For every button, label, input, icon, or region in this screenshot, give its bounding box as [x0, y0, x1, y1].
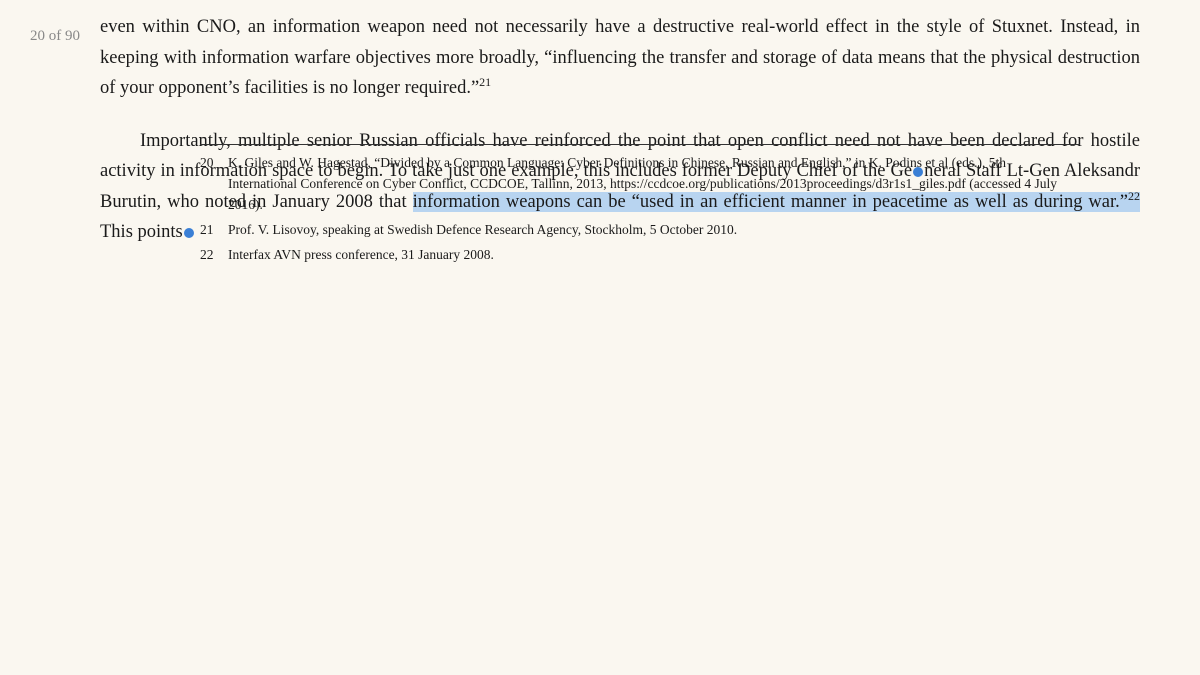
footnote-section: 20K. Giles and W. Hagestad, “Divided by … — [200, 144, 1080, 270]
page-number: 20 of 90 — [30, 28, 80, 45]
footnote-num-22: 22 — [200, 245, 228, 266]
footnote-text-21: Prof. V. Lisovoy, speaking at Swedish De… — [228, 220, 1076, 241]
content-area: even within CNO, an information weapon n… — [100, 0, 1140, 270]
paragraph-1: even within CNO, an information weapon n… — [100, 12, 1140, 104]
page-container: 20 of 90 even within CNO, an information… — [0, 0, 1200, 675]
footnote-ref-22: 22 — [1128, 189, 1140, 203]
footnote-num-20: 20 — [200, 153, 228, 174]
footnote-20: 20K. Giles and W. Hagestad, “Divided by … — [200, 153, 1080, 216]
footnote-text-22: Interfax AVN press conference, 31 Januar… — [228, 245, 1076, 266]
dot-marker-2 — [184, 228, 194, 238]
footnote-21: 21Prof. V. Lisovoy, speaking at Swedish … — [200, 220, 1080, 241]
footnote-ref-21: 21 — [479, 75, 491, 89]
footnote-text-20: K. Giles and W. Hagestad, “Divided by a … — [228, 153, 1076, 216]
footnote-num-21: 21 — [200, 220, 228, 241]
footnote-22: 22Interfax AVN press conference, 31 Janu… — [200, 245, 1080, 266]
